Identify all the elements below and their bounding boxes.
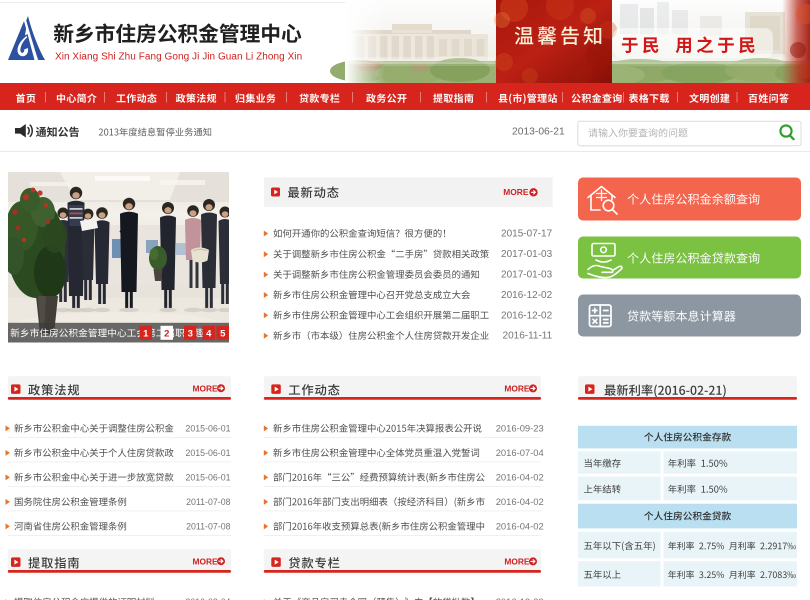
svg-text:MORE: MORE [193, 384, 219, 394]
svg-text:MORE: MORE [503, 187, 529, 197]
svg-text:2015-06-01: 2015-06-01 [186, 472, 231, 482]
svg-text:2016-09-23: 2016-09-23 [496, 422, 544, 433]
svg-text:3: 3 [188, 328, 193, 339]
svg-text:2016-04-02: 2016-04-02 [496, 496, 544, 507]
svg-text:2016-04-02: 2016-04-02 [496, 471, 544, 482]
svg-text:2013-06-21: 2013-06-21 [512, 127, 565, 138]
svg-text:Xin Xiang Shi Zhu Fang Gong Ji: Xin Xiang Shi Zhu Fang Gong Ji Jin Guan … [55, 52, 302, 63]
svg-text:2011-07-08: 2011-07-08 [186, 497, 230, 507]
svg-text:MORE: MORE [193, 557, 219, 567]
svg-text:2017-01-03: 2017-01-03 [501, 249, 553, 260]
svg-text:MORE: MORE [504, 384, 530, 394]
svg-text:5: 5 [220, 328, 226, 339]
svg-text:2016-11-11: 2016-11-11 [503, 331, 553, 342]
svg-text:2016-12-29: 2016-12-29 [496, 596, 544, 600]
svg-text:MORE: MORE [504, 557, 530, 567]
svg-text:2016-07-04: 2016-07-04 [496, 447, 544, 458]
svg-text:2015-06-01: 2015-06-01 [186, 448, 231, 458]
svg-text:2017-01-03: 2017-01-03 [501, 270, 553, 281]
svg-text:2015-06-01: 2015-06-01 [186, 423, 231, 433]
svg-text:2011-07-08: 2011-07-08 [186, 521, 230, 531]
svg-text:2016-12-02: 2016-12-02 [501, 310, 553, 321]
svg-text:4: 4 [206, 328, 212, 339]
svg-text:2016-12-02: 2016-12-02 [501, 290, 553, 301]
svg-text:1: 1 [143, 328, 149, 339]
svg-text:2: 2 [164, 328, 169, 339]
svg-text:2016-04-02: 2016-04-02 [496, 520, 544, 531]
svg-text:2015-07-17: 2015-07-17 [501, 229, 553, 240]
